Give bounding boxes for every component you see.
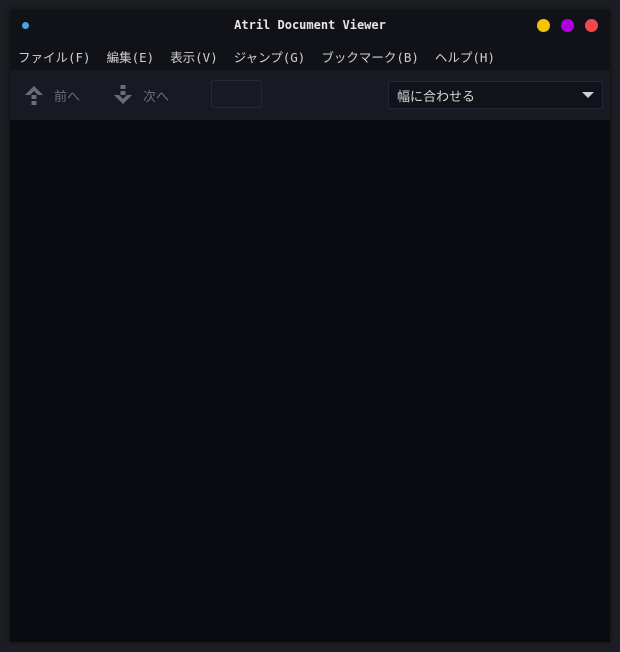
next-page-button[interactable]: 次へ	[113, 80, 169, 110]
menu-file[interactable]: ファイル(F)	[10, 47, 99, 66]
go-down-icon	[114, 85, 132, 104]
menu-edit[interactable]: 編集(E)	[99, 47, 163, 66]
zoom-select[interactable]: 幅に合わせる	[388, 81, 603, 109]
menu-bookmarks[interactable]: ブックマーク(B)	[313, 47, 427, 66]
app-window: Atril Document Viewer ファイル(F) 編集(E) 表示(V…	[10, 10, 610, 642]
toolbar: 前へ 次へ 幅に合わせる	[10, 70, 610, 120]
menu-go[interactable]: ジャンプ(G)	[226, 47, 314, 66]
previous-page-button[interactable]: 前へ	[24, 80, 80, 110]
desktop: Atril Document Viewer ファイル(F) 編集(E) 表示(V…	[0, 0, 620, 652]
document-view[interactable]	[10, 120, 610, 642]
window-title: Atril Document Viewer	[234, 18, 386, 32]
zoom-selected-value: 幅に合わせる	[397, 89, 476, 105]
menu-view[interactable]: 表示(V)	[162, 47, 226, 66]
chevron-down-icon	[582, 92, 594, 98]
maximize-button[interactable]	[561, 19, 574, 32]
go-up-icon	[25, 86, 43, 105]
next-page-label: 次へ	[143, 89, 170, 105]
previous-page-label: 前へ	[54, 89, 81, 105]
page-number-input[interactable]	[211, 80, 262, 108]
close-button[interactable]	[585, 19, 598, 32]
title-bar[interactable]: Atril Document Viewer	[10, 10, 610, 42]
menu-help[interactable]: ヘルプ(H)	[427, 47, 503, 66]
menu-bar: ファイル(F) 編集(E) 表示(V) ジャンプ(G) ブックマーク(B) ヘル…	[10, 42, 610, 70]
minimize-button[interactable]	[537, 19, 550, 32]
